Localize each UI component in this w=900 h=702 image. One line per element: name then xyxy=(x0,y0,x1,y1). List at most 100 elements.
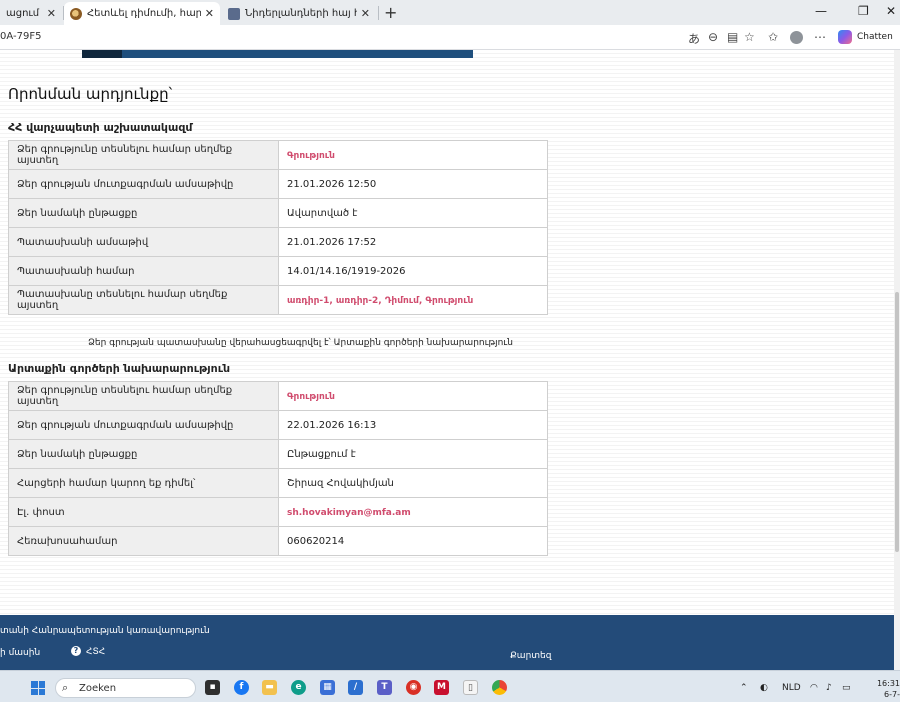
row-value-cell: sh.hovakimyan@mfa.am xyxy=(278,497,548,527)
table-row: Պատասխանի համար 14.01/14.16/1919-2026 xyxy=(8,256,548,286)
close-icon[interactable]: ✕ xyxy=(205,7,214,20)
page-scrollbar[interactable] xyxy=(894,50,900,670)
document-icon[interactable]: ▯ xyxy=(463,680,478,695)
windows-taskbar: ⌕ Zoeken ▪ f ▬ e ▦ ∕ T ◉ M ▯ ⌃ ◐ NLD ◠ ♪… xyxy=(0,670,900,702)
facebook-icon[interactable]: f xyxy=(234,680,249,695)
row-value-cell: 14.01/14.16/1919-2026 xyxy=(278,256,548,286)
row-value-link[interactable]: առդիր-1, առդիր-2, Դիմում, Գրություն xyxy=(287,296,473,306)
table-row: Էլ. փոստ sh.hovakimyan@mfa.am xyxy=(8,497,548,527)
row-value: Շիրազ Հովակիմյան xyxy=(287,477,394,489)
table-row: Պատասխանը տեսնելու համար սեղմեք այստեղ առ… xyxy=(8,285,548,315)
row-label: Հեռախոսահամար xyxy=(8,526,279,556)
row-value-cell: Ավարտված է xyxy=(278,198,548,228)
row-value-cell: 21.01.2026 12:50 xyxy=(278,169,548,199)
row-label: Ձեր գրությունը տեսնելու համար սեղմեք այս… xyxy=(8,140,279,170)
chrome-icon[interactable] xyxy=(492,680,507,695)
profile-avatar[interactable] xyxy=(790,31,803,44)
row-value-cell: 060620214 xyxy=(278,526,548,556)
row-value: 060620214 xyxy=(287,535,345,547)
footer-about-link[interactable]: ի մասին xyxy=(0,648,40,658)
results-title: Որոնման արդյունքը՝ xyxy=(8,85,173,103)
row-value-cell: 21.01.2026 17:52 xyxy=(278,227,548,257)
app-icon[interactable]: ∕ xyxy=(348,680,363,695)
minimize-icon[interactable]: — xyxy=(815,4,827,18)
tab-title: Նիդերլանդների հայ համայնքը xyxy=(245,8,357,19)
copilot-icon[interactable] xyxy=(838,30,852,44)
row-value: 21.01.2026 12:50 xyxy=(287,178,377,190)
close-window-icon[interactable]: ✕ xyxy=(886,4,896,18)
row-value-cell: 22.01.2026 16:13 xyxy=(278,410,548,440)
search-icon: ⌕ xyxy=(62,681,69,694)
browser-tab-3[interactable]: Նիդերլանդների հայ համայնքը ✕ xyxy=(222,2,376,25)
tab-divider xyxy=(378,6,379,20)
row-value: Ընթացքում է xyxy=(287,448,356,460)
store-icon[interactable]: ▦ xyxy=(320,680,335,695)
clock-time: 16:31 xyxy=(876,679,900,688)
row-label: Պատասխանը տեսնելու համար սեղմեք այստեղ xyxy=(8,285,279,315)
table-row: Ձեր նամակի ընթացքը Ավարտված է xyxy=(8,198,548,228)
site-favicon-icon xyxy=(228,7,240,20)
footer-faq-link[interactable]: ՀՏՀ xyxy=(86,647,105,657)
section-title: ՀՀ վարչապետի աշխատակազմ xyxy=(8,121,193,134)
row-label: Ձեր գրության մուտքագրման ամսաթիվը xyxy=(8,410,279,440)
status-table-mfa: Ձեր գրությունը տեսնելու համար սեղմեք այս… xyxy=(8,381,548,556)
row-label: Պատասխանի համար xyxy=(8,256,279,286)
security-icon[interactable]: ◐ xyxy=(760,683,768,693)
search-placeholder: Zoeken xyxy=(79,683,117,694)
mcafee-icon[interactable]: M xyxy=(434,680,449,695)
site-footer: տանի Հանրապետության կառավարություն ի մաս… xyxy=(0,615,900,670)
page-content: Որոնման արդյունքը՝ ՀՀ վարչապետի աշխատակա… xyxy=(0,50,900,670)
table-row: Հարցերի համար կարող եք դիմել՝ Շիրազ Հովակ… xyxy=(8,468,548,498)
language-indicator[interactable]: NLD xyxy=(782,683,801,693)
tab-title: ացում համակ xyxy=(6,8,43,19)
status-table-government: Ձեր գրությունը տեսնելու համար սեղմեք այս… xyxy=(8,140,548,315)
url-text[interactable]: 0A-79F5 xyxy=(0,31,41,42)
chevron-up-icon[interactable]: ⌃ xyxy=(740,683,748,693)
browser-tab-2-active[interactable]: Հետևել դիմումի, հարցման կամ ✕ xyxy=(64,2,220,25)
zoom-out-icon[interactable]: ⊖ xyxy=(708,30,718,44)
restore-icon[interactable]: ❐ xyxy=(858,4,869,18)
tab-title: Հետևել դիմումի, հարցման կամ xyxy=(87,8,201,19)
row-label: Էլ. փոստ xyxy=(8,497,279,527)
row-value: 21.01.2026 17:52 xyxy=(287,236,377,248)
app-red-icon[interactable]: ◉ xyxy=(406,680,421,695)
close-icon[interactable]: ✕ xyxy=(361,7,370,20)
row-label: Ձեր նամակի ընթացքը xyxy=(8,198,279,228)
translate-icon[interactable]: あ xyxy=(688,30,700,47)
scrollbar-thumb[interactable] xyxy=(895,292,899,552)
row-value-link[interactable]: Գրություն xyxy=(287,392,335,402)
row-label: Պատասխանի ամսաթիվ xyxy=(8,227,279,257)
footer-map-link[interactable]: Քարտեզ xyxy=(510,651,551,661)
chat-button[interactable]: Chatten xyxy=(857,32,893,42)
favorites-icon[interactable]: ✩ xyxy=(768,30,778,44)
favorite-star-icon[interactable]: ☆ xyxy=(744,30,755,44)
volume-icon[interactable]: ♪ xyxy=(826,683,832,693)
close-icon[interactable]: ✕ xyxy=(47,7,56,20)
row-value-link[interactable]: Գրություն xyxy=(287,151,335,161)
header-banner xyxy=(82,50,473,58)
table-row: Ձեր նամակի ընթացքը Ընթացքում է xyxy=(8,439,548,469)
battery-icon[interactable]: ▭ xyxy=(842,683,851,693)
browser-tab-1[interactable]: ացում համակ ✕ xyxy=(0,2,62,25)
wifi-icon[interactable]: ◠ xyxy=(810,683,818,693)
more-menu-icon[interactable]: ⋯ xyxy=(814,30,826,44)
row-value-link[interactable]: sh.hovakimyan@mfa.am xyxy=(287,508,411,518)
row-label: Ձեր գրության մուտքագրման ամսաթիվը xyxy=(8,169,279,199)
windows-start-icon[interactable] xyxy=(31,681,45,695)
reader-view-icon[interactable]: ▤ xyxy=(727,30,738,44)
taskbar-search-box[interactable]: ⌕ Zoeken xyxy=(55,678,196,698)
table-row: Ձեր գրության մուտքագրման ամսաթիվը 22.01.2… xyxy=(8,410,548,440)
teams-icon[interactable]: T xyxy=(377,680,392,695)
system-clock[interactable]: 16:31 6-7-2026 xyxy=(868,678,900,702)
new-tab-plus-icon[interactable]: + xyxy=(384,3,397,22)
edge-browser-icon[interactable]: e xyxy=(291,680,306,695)
row-value: 22.01.2026 16:13 xyxy=(287,419,377,431)
footer-government-name: տանի Հանրապետության կառավարություն xyxy=(0,626,210,636)
row-value: Ավարտված է xyxy=(287,207,358,219)
clock-date: 6-7-2026 xyxy=(880,690,900,702)
task-view-icon[interactable]: ▪ xyxy=(205,680,220,695)
file-explorer-icon[interactable]: ▬ xyxy=(262,680,277,695)
row-label: Հարցերի համար կարող եք դիմել՝ xyxy=(8,468,279,498)
row-value-cell: Գրություն xyxy=(278,381,548,411)
row-value-cell: առդիր-1, առդիր-2, Դիմում, Գրություն xyxy=(278,285,548,315)
